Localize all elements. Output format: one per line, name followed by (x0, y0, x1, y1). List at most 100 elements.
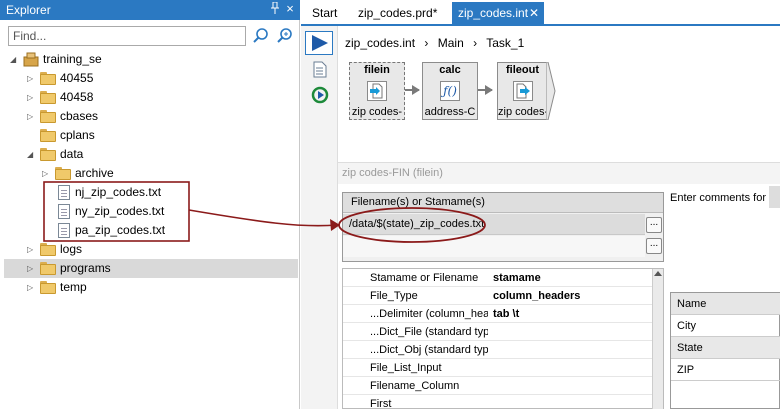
node-fileout[interactable]: fileout zip codes- (497, 62, 547, 120)
property-value[interactable]: stamame (493, 272, 541, 284)
tree-item-label: pa_zip_codes.txt (75, 223, 166, 237)
filename-grid-header: Filename(s) or Stamame(s) (343, 193, 663, 213)
pin-icon[interactable] (268, 1, 282, 16)
tree-item-40455[interactable]: ▷ 40455 (0, 69, 298, 88)
chevron-right-icon[interactable]: ▷ (27, 259, 37, 278)
property-name: Filename_Column (370, 380, 460, 392)
tree-item-temp[interactable]: ▷ temp (0, 278, 298, 297)
chevron-right-icon[interactable]: ▷ (27, 278, 37, 297)
folder-icon (40, 262, 56, 275)
name-row[interactable]: ZIP (671, 359, 780, 381)
name-grid-header: Name (671, 293, 780, 315)
chevron-right-icon[interactable]: ▷ (27, 69, 37, 88)
refresh-run-icon[interactable] (311, 86, 329, 107)
tree-item-ny-zip-codes[interactable]: ny_zip_codes.txt (0, 202, 298, 221)
search-icon[interactable] (252, 27, 270, 45)
explorer-title: Explorer (0, 0, 300, 20)
node-title: filein (364, 64, 390, 76)
run-icon[interactable] (305, 31, 333, 55)
node-footer: zip codes- (498, 106, 547, 118)
folder-icon (40, 91, 56, 104)
tree-item-nj-zip-codes[interactable]: nj_zip_codes.txt (0, 183, 298, 202)
section-title: zip codes-FIN (filein) (342, 167, 443, 179)
tree-item-pa-zip-codes[interactable]: pa_zip_codes.txt (0, 221, 298, 240)
tree-item-label: cplans (60, 128, 95, 142)
tree-item-label: 40458 (60, 90, 94, 104)
tree-item-label: logs (60, 242, 83, 256)
tree-item-cplans[interactable]: cplans (0, 126, 298, 145)
properties-scrollbar[interactable] (652, 269, 663, 409)
text-file-icon (58, 204, 70, 219)
tree-item-label: ny_zip_codes.txt (75, 204, 165, 218)
browse-button[interactable]: ... (646, 217, 662, 233)
tree-item-data[interactable]: ◢ data (0, 145, 298, 164)
breadcrumb-item[interactable]: Task_1 (486, 36, 524, 50)
property-value[interactable]: tab \t (493, 308, 519, 320)
property-row[interactable]: ...Delimiter (column_head tab \t (343, 305, 663, 323)
folder-icon (40, 129, 56, 142)
folder-icon (40, 243, 56, 256)
chevron-right-icon: › (424, 36, 429, 50)
folder-icon (40, 72, 56, 85)
tab-start[interactable]: Start (306, 2, 343, 24)
tree-item-cbases[interactable]: ▷ cbases (0, 107, 298, 126)
tree-item-label: archive (75, 166, 114, 180)
tree-item-label: temp (60, 280, 87, 294)
breadcrumb-item[interactable]: zip_codes.int (345, 36, 415, 50)
chevron-right-icon[interactable]: ▷ (27, 240, 37, 259)
breadcrumb: zip_codes.int › Main › Task_1 (345, 36, 524, 50)
filename-row[interactable] (343, 236, 645, 257)
tree-item-label: cbases (60, 109, 99, 123)
tree-item-40458[interactable]: ▷ 40458 (0, 88, 298, 107)
folder-icon (40, 281, 56, 294)
filename-row[interactable]: /data/$(state)_zip_codes.txt (343, 214, 645, 235)
explorer-search-input[interactable] (8, 26, 246, 46)
close-icon[interactable]: × (283, 1, 297, 17)
tab-zip-codes-int[interactable]: zip_codes.int ✕ (452, 2, 544, 24)
advanced-search-icon[interactable] (276, 27, 294, 45)
arrow-icon (485, 85, 493, 95)
file-input-icon (367, 81, 387, 101)
property-name: File_Type (370, 290, 418, 302)
property-row[interactable]: File_Type column_headers (343, 287, 663, 305)
file-output-icon (512, 81, 533, 101)
tab-label: zip_codes.int (458, 6, 529, 20)
folder-open-icon (40, 148, 56, 161)
chevron-right-icon: › (473, 36, 478, 50)
property-row[interactable]: First (343, 395, 663, 409)
node-footer: address-C (424, 106, 476, 118)
arrow-icon (412, 85, 420, 95)
breadcrumb-item[interactable]: Main (438, 36, 464, 50)
tree-item-label: 40455 (60, 71, 94, 85)
property-row[interactable]: Stamame or Filename stamame (343, 269, 663, 287)
comments-label[interactable]: Enter comments for this (670, 192, 780, 204)
tree-root[interactable]: ◢ training_se (0, 50, 298, 69)
name-row[interactable]: City (671, 315, 780, 337)
tree-item-archive[interactable]: ▷ archive (0, 164, 298, 183)
chevron-right-icon[interactable]: ▷ (27, 88, 37, 107)
folder-icon (40, 110, 56, 123)
property-name: ...Dict_File (standard type (370, 326, 488, 338)
document-icon[interactable] (313, 61, 327, 81)
property-row[interactable]: Filename_Column (343, 377, 663, 395)
node-fileout-arrow (545, 61, 556, 123)
property-value[interactable]: column_headers (493, 290, 580, 302)
tree-item-programs[interactable]: ▷ programs (4, 259, 298, 278)
browse-button[interactable]: ... (646, 238, 662, 254)
node-title: fileout (506, 64, 539, 76)
node-filein[interactable]: filein zip codes- (349, 62, 405, 120)
function-icon: ƒ() (440, 81, 460, 101)
node-calc[interactable]: calc ƒ() address-C (422, 62, 478, 120)
tree-item-label: programs (60, 261, 111, 275)
property-row[interactable]: ...Dict_Obj (standard type (343, 341, 663, 359)
tree-item-logs[interactable]: ▷ logs (0, 240, 298, 259)
chevron-right-icon[interactable]: ▷ (42, 164, 52, 183)
tab-zip-codes-prd[interactable]: zip_codes.prd* (352, 2, 443, 24)
name-row[interactable]: State (671, 337, 780, 359)
property-row[interactable]: File_List_Input (343, 359, 663, 377)
property-row[interactable]: ...Dict_File (standard type (343, 323, 663, 341)
close-icon[interactable]: ✕ (529, 2, 539, 24)
comments-scrollbar[interactable] (769, 186, 780, 208)
chevron-right-icon[interactable]: ▷ (27, 107, 37, 126)
chevron-down-icon[interactable]: ◢ (27, 145, 37, 164)
